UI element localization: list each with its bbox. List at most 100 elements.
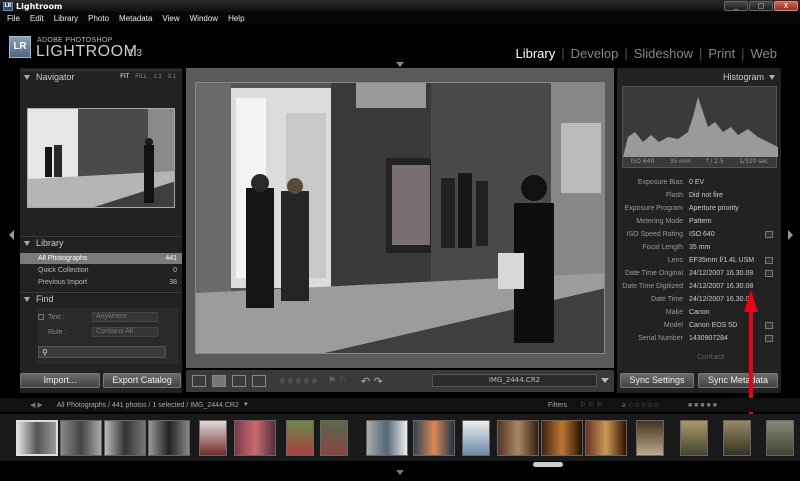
minimize-button[interactable]: _ [724,1,748,11]
filmstrip-thumbnail[interactable] [413,420,455,456]
menu-file[interactable]: File [2,14,25,23]
module-develop[interactable]: Develop [571,46,619,61]
filmstrip-header: ◀ ▶ All Photographs / 441 photos / 1 sel… [0,398,800,412]
sync-metadata-button[interactable]: Sync Metadata [698,373,778,388]
rotate-icon[interactable]: ↶ ↷ [361,375,383,388]
filmstrip-thumbnail[interactable] [766,420,794,456]
zoom-fill[interactable]: FILL [135,74,147,80]
sync-settings-button[interactable]: Sync Settings [620,373,694,388]
metadata-action-icon[interactable] [765,269,773,277]
library-item-previous-import[interactable]: Previous Import 38 [20,277,182,288]
module-library[interactable]: Library [515,46,555,61]
find-header[interactable]: Find [20,292,182,305]
filmstrip-thumbnail[interactable] [462,420,490,456]
library-title: Library [36,238,64,248]
filmstrip-thumbnail[interactable] [16,420,58,456]
disclosure-triangle-icon [769,75,775,80]
collapse-filmstrip-arrow-icon[interactable] [396,470,404,475]
find-panel: Text : Anywhere Rule : Contains All ⚲ [38,308,178,364]
chevron-down-icon[interactable]: ▼ [243,402,249,408]
collapse-right-panel-arrow-icon[interactable] [788,230,793,240]
filmstrip-thumbnail[interactable] [497,420,539,456]
close-button[interactable]: X [774,1,798,11]
navigator-preview[interactable] [27,108,175,208]
filmstrip-thumbnail[interactable] [234,420,276,456]
menu-metadata[interactable]: Metadata [114,14,157,23]
menu-help[interactable]: Help [223,14,249,23]
library-item-count: 38 [169,279,177,286]
filmstrip-thumbnail[interactable] [366,420,408,456]
metadata-action-icon[interactable] [765,230,773,238]
collapse-left-panel-arrow-icon[interactable] [9,230,14,240]
search-icon: ⚲ [42,348,48,357]
filmstrip-thumbnail[interactable] [104,420,146,456]
zoom-3-1[interactable]: 3:1 [168,74,176,80]
filter-color-labels-icon[interactable]: ■ ■ ■ ■ ■ [688,402,717,409]
filmstrip-thumbnail[interactable] [199,420,227,456]
find-text-checkbox[interactable] [38,314,44,320]
filter-flags-icon[interactable]: ⚐ ⚐ ⚐ [580,401,603,409]
module-web[interactable]: Web [751,46,778,61]
filter-stars-icon[interactable]: ≥ ☆☆☆☆☆ [622,401,659,409]
library-item-all-photographs[interactable]: All Photographs 441 [20,253,182,264]
filmstrip [0,414,800,461]
find-text-select[interactable]: Anywhere [92,312,158,322]
histogram-iso: ISO 640 [630,158,655,165]
import-button[interactable]: Import... [20,373,100,388]
zoom-1-1[interactable]: 1:1 [153,74,161,80]
filename-display[interactable]: IMG_2444.CR2 [432,374,597,387]
flag-icon[interactable]: ⚑ ⚐ [328,376,347,386]
find-search-input[interactable]: ⚲ [38,346,166,358]
find-rule-select[interactable]: Contains All [92,327,158,337]
metadata-row-metering-mode: Metering Mode Pattern [636,217,712,225]
export-catalog-button[interactable]: Export Catalog [103,373,181,388]
filmstrip-thumbnail[interactable] [148,420,190,456]
histogram-aperture: f / 2.5 [706,158,724,165]
metadata-action-icon[interactable] [765,256,773,264]
contact-section-label[interactable]: Contact [697,353,724,361]
back-forward-arrows-icon[interactable]: ◀ ▶ [30,401,43,409]
rating-stars-icon[interactable]: ★★★★★ [278,376,319,387]
filmstrip-thumbnail[interactable] [723,420,751,456]
filmstrip-thumbnail[interactable] [60,420,102,456]
menu-view[interactable]: View [157,14,184,23]
lightroom-app-icon: LR [3,1,13,11]
main-photo[interactable] [195,82,605,354]
navigator-header[interactable]: Navigator FIT FILL 1:1 3:1 [20,70,182,83]
filmstrip-thumbnail[interactable] [320,420,348,456]
collapse-top-panel-arrow-icon[interactable] [396,62,404,67]
module-print[interactable]: Print [708,46,735,61]
filmstrip-thumbnail[interactable] [541,420,583,456]
metadata-action-icon[interactable] [765,321,773,329]
brand-name: LIGHTROOM [36,43,138,60]
menu-window[interactable]: Window [185,14,223,23]
library-item-count: 0 [173,267,177,274]
find-text-row: Text : Anywhere [38,311,178,323]
grid-view-icon[interactable] [192,375,206,387]
filmstrip-thumbnail[interactable] [585,420,627,456]
metadata-row-lens: Lens EF35mm f/1.4L USM [617,254,781,266]
filmstrip-thumbnail[interactable] [680,420,708,456]
maximize-button[interactable]: □ [749,1,773,11]
histogram-focal-length: 35 mm [669,158,691,165]
filmstrip-scrollbar[interactable] [533,462,563,467]
histogram-header[interactable]: Histogram [723,72,775,82]
filmstrip-thumbnail[interactable] [286,420,314,456]
module-slideshow[interactable]: Slideshow [634,46,693,61]
library-item-quick-collection[interactable]: Quick Collection 0 [20,265,182,276]
menu-edit[interactable]: Edit [25,14,49,23]
survey-view-icon[interactable] [252,375,266,387]
menu-library[interactable]: Library [49,14,83,23]
loupe-view-icon[interactable] [212,375,226,387]
zoom-fit[interactable]: FIT [120,74,129,80]
library-header[interactable]: Library [20,236,182,249]
metadata-action-icon[interactable] [765,334,773,342]
filmstrip-thumbnail[interactable] [636,420,664,456]
menu-photo[interactable]: Photo [83,14,114,23]
chevron-down-icon[interactable] [601,378,609,383]
histogram-shutter: 1/320 sec [739,158,769,165]
histogram-curve [623,97,778,157]
disclosure-triangle-icon [24,296,30,302]
filmstrip-path[interactable]: All Photographs / 441 photos / 1 selecte… [57,402,239,409]
compare-view-icon[interactable] [232,375,246,387]
